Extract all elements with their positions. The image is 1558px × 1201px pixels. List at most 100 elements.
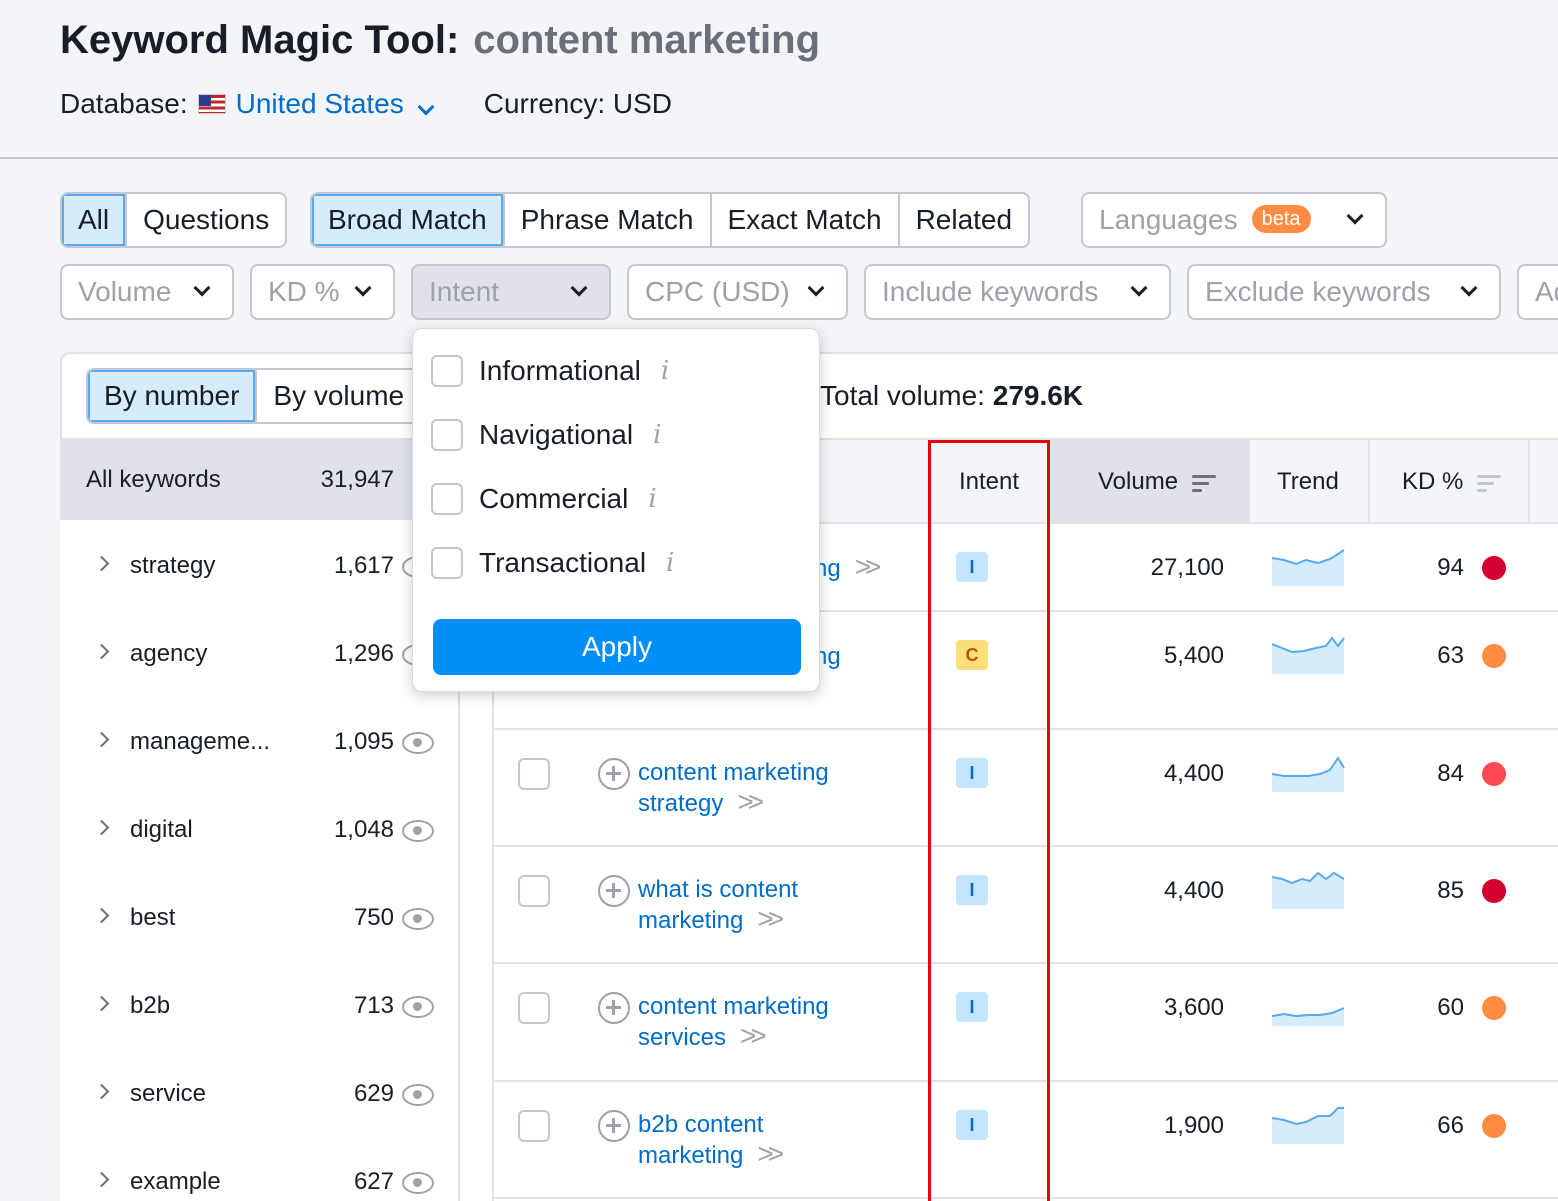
double-chevron-icon[interactable]: >> — [740, 1021, 767, 1050]
apply-button[interactable]: Apply — [433, 619, 801, 675]
eye-icon[interactable] — [402, 1084, 434, 1106]
cpc-filter[interactable]: CPC (USD) — [627, 264, 848, 320]
volume-value: 4,400 — [1163, 877, 1224, 904]
group-view-toggle: By number By volume — [86, 368, 423, 424]
sidebar-item-digital[interactable]: digital 1,048 — [60, 784, 460, 872]
languages-dropdown[interactable]: Languages beta — [1081, 192, 1387, 248]
tab-phrase-match[interactable]: Phrase Match — [505, 194, 712, 246]
sort-icon[interactable] — [1477, 474, 1502, 492]
keyword-link[interactable]: ng — [814, 642, 934, 671]
chevron-right-icon[interactable] — [93, 995, 110, 1012]
add-keyword-icon[interactable] — [598, 758, 630, 790]
double-chevron-icon[interactable]: >> — [737, 787, 764, 816]
eye-icon[interactable] — [402, 996, 434, 1018]
column-kd-label: KD % — [1402, 468, 1464, 495]
trend-sparkline — [1272, 549, 1345, 586]
keyword-link[interactable]: b2b content marketing >> — [638, 1110, 878, 1170]
intent-option-transactional[interactable]: Transactional i — [431, 543, 674, 583]
keyword-text-line1: content marketing — [638, 993, 829, 1020]
eye-icon[interactable] — [402, 820, 434, 842]
info-icon[interactable]: i — [653, 420, 661, 450]
chevron-right-icon[interactable] — [93, 1171, 110, 1188]
row-checkbox[interactable] — [518, 758, 550, 790]
search-query: content marketing — [473, 18, 820, 62]
keyword-link[interactable]: what is content marketing >> — [638, 875, 878, 935]
keyword-link[interactable]: ng >> — [814, 552, 934, 583]
row-checkbox[interactable] — [518, 1110, 550, 1142]
chevron-right-icon[interactable] — [93, 555, 110, 572]
cpc-filter-label: CPC (USD) — [645, 276, 790, 307]
keyword-link[interactable]: content marketing services >> — [638, 992, 878, 1052]
title-text: Keyword Magic Tool: — [60, 18, 460, 62]
row-checkbox[interactable] — [518, 875, 550, 907]
keyword-text-line2: strategy — [638, 790, 724, 817]
sidebar-item-agency[interactable]: agency 1,296 — [60, 608, 460, 696]
volume-filter[interactable]: Volume — [60, 264, 234, 320]
double-chevron-icon[interactable]: >> — [757, 904, 784, 933]
tab-broad-match[interactable]: Broad Match — [312, 194, 505, 246]
info-icon[interactable]: i — [661, 356, 669, 386]
by-volume-button[interactable]: By volume — [257, 370, 420, 422]
checkbox[interactable] — [431, 547, 463, 579]
table-row[interactable]: b2b content marketing >> I 1,900 66 — [494, 1082, 1558, 1199]
tab-exact-match[interactable]: Exact Match — [712, 194, 900, 246]
intent-option-informational[interactable]: Informational i — [431, 351, 669, 391]
column-kd[interactable]: KD % — [1402, 468, 1502, 496]
intent-option-navigational[interactable]: Navigational i — [431, 415, 661, 455]
keyword-link[interactable]: content marketing strategy >> — [638, 758, 878, 818]
database-selector[interactable]: United States — [236, 88, 435, 120]
column-intent[interactable]: Intent — [959, 468, 1019, 496]
chevron-right-icon[interactable] — [93, 819, 110, 836]
sidebar-item-service[interactable]: service 629 — [60, 1048, 460, 1136]
sidebar-item-strategy[interactable]: strategy 1,617 — [60, 520, 460, 608]
chevron-right-icon[interactable] — [93, 907, 110, 924]
sidebar-item-best[interactable]: best 750 — [60, 872, 460, 960]
chevron-down-icon — [1460, 279, 1478, 297]
checkbox[interactable] — [431, 355, 463, 387]
add-keyword-icon[interactable] — [598, 875, 630, 907]
row-checkbox[interactable] — [518, 992, 550, 1024]
sidebar-item-management[interactable]: manageme... 1,095 — [60, 696, 460, 784]
trend-sparkline — [1272, 871, 1345, 909]
info-icon[interactable]: i — [666, 548, 674, 578]
exclude-keywords-filter[interactable]: Exclude keywords — [1187, 264, 1501, 320]
eye-icon[interactable] — [402, 1172, 434, 1194]
info-icon[interactable]: i — [648, 484, 656, 514]
checkbox[interactable] — [431, 419, 463, 451]
group-count: 1,095 — [333, 728, 394, 755]
eye-icon[interactable] — [402, 908, 434, 930]
chevron-right-icon[interactable] — [93, 731, 110, 748]
tab-questions[interactable]: Questions — [127, 194, 285, 246]
table-row[interactable]: content marketing strategy >> I 4,400 84 — [494, 730, 1558, 847]
checkbox[interactable] — [431, 483, 463, 515]
tab-related[interactable]: Related — [900, 194, 1029, 246]
include-keywords-filter[interactable]: Include keywords — [864, 264, 1171, 320]
total-volume: Total volume: 279.6K — [820, 380, 1083, 412]
add-keyword-icon[interactable] — [598, 1110, 630, 1142]
table-row[interactable]: content marketing services >> I 3,600 60 — [494, 964, 1558, 1082]
double-chevron-icon[interactable]: >> — [855, 552, 882, 581]
advanced-filters[interactable]: Ad — [1517, 264, 1558, 320]
all-keywords-item[interactable]: All keywords 31,947 — [60, 438, 460, 520]
sort-icon[interactable] — [1192, 474, 1217, 492]
intent-option-commercial[interactable]: Commercial i — [431, 479, 657, 519]
intent-filter[interactable]: Intent — [411, 264, 611, 320]
kd-value: 60 — [1437, 994, 1464, 1021]
tab-all[interactable]: All — [62, 194, 128, 246]
add-keyword-icon[interactable] — [598, 992, 630, 1024]
volume-value: 27,100 — [1150, 554, 1224, 581]
kd-difficulty-dot — [1482, 996, 1506, 1020]
sidebar-item-b2b[interactable]: b2b 713 — [60, 960, 460, 1048]
double-chevron-icon[interactable]: >> — [757, 1139, 784, 1168]
chevron-right-icon[interactable] — [93, 643, 110, 660]
column-volume[interactable]: Volume — [1098, 468, 1217, 496]
kd-difficulty-dot — [1482, 762, 1506, 786]
chevron-right-icon[interactable] — [93, 1083, 110, 1100]
kd-filter[interactable]: KD % — [250, 264, 395, 320]
column-trend[interactable]: Trend — [1277, 468, 1339, 496]
eye-icon[interactable] — [402, 732, 434, 754]
group-count: 750 — [353, 904, 394, 931]
sidebar-item-example[interactable]: example 627 — [60, 1136, 460, 1201]
by-number-button[interactable]: By number — [88, 370, 258, 422]
table-row[interactable]: what is content marketing >> I 4,400 85 — [494, 847, 1558, 964]
